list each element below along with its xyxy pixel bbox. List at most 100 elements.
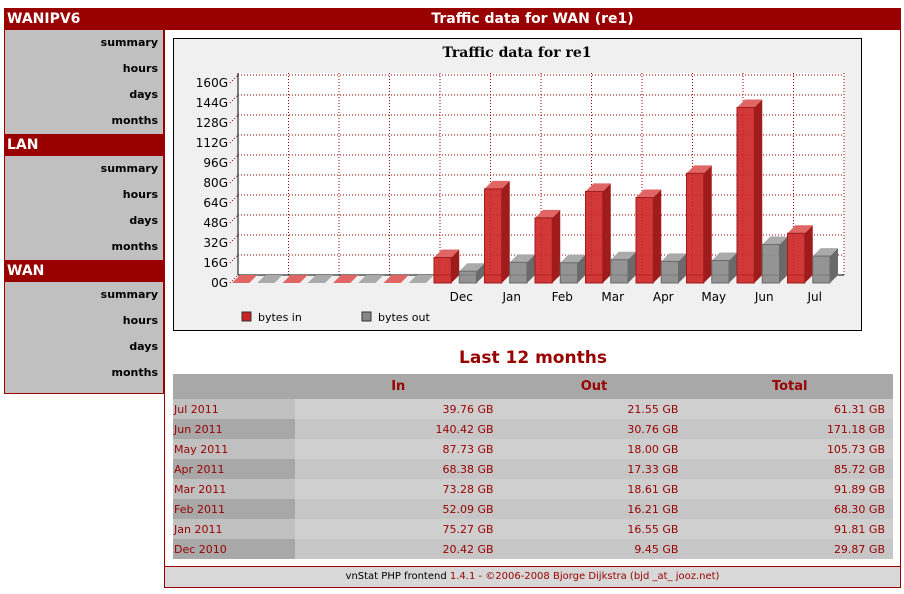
y-tick-label: 32G: [203, 236, 228, 250]
value-cell: 52.09 GB: [295, 499, 502, 519]
sidebar: WANIPV6 summary hours days months LAN summary h…: [4, 8, 164, 394]
sidebar-heading[interactable]: WAN: [5, 260, 163, 282]
value-cell: 61.31 GB: [686, 399, 893, 419]
sidebar-item-days[interactable]: days: [5, 208, 163, 234]
column-header: [173, 374, 295, 399]
sidebar-item-months[interactable]: months: [5, 234, 163, 260]
table-row: Jan 2011 75.27 GB 16.55 GB 91.81 GB: [173, 519, 893, 539]
bar-side: [804, 225, 813, 283]
value-cell: 18.61 GB: [501, 479, 687, 499]
y-tick-label: 0G: [211, 276, 228, 290]
y-tick-label: 128G: [196, 116, 228, 130]
value-cell: 68.30 GB: [686, 499, 893, 519]
table-row: Jul 2011 39.76 GB 21.55 GB 61.31 GB: [173, 399, 893, 419]
value-cell: 140.42 GB: [295, 419, 502, 439]
gridline: [229, 134, 239, 144]
column-header: Total: [686, 374, 893, 399]
value-cell: 68.38 GB: [295, 459, 502, 479]
bar-bytes-in: [736, 106, 755, 284]
footer-version: 1.4.1 - ©2006-2008 Bjorge Dijkstra (bjd …: [449, 571, 720, 582]
monthly-table: In Out Total Jul 2011 39.76 GB 21.55 GB 61.31…: [173, 374, 893, 559]
legend-label: bytes out: [378, 311, 431, 324]
sidebar-item-months[interactable]: months: [5, 108, 163, 134]
x-tick-label: Apr: [653, 290, 674, 304]
y-tick-label: 112G: [196, 136, 228, 150]
bar-bytes-in: [686, 172, 705, 284]
sidebar-item-hours[interactable]: hours: [5, 56, 163, 82]
sidebar-item-hours[interactable]: hours: [5, 182, 163, 208]
bar-top: [232, 275, 258, 283]
gridline: [229, 94, 239, 104]
sidebar-item-hours[interactable]: hours: [5, 308, 163, 334]
value-cell: 91.89 GB: [686, 479, 893, 499]
value-cell: 85.72 GB: [686, 459, 893, 479]
gridline: [229, 74, 239, 84]
table-row: Feb 2011 52.09 GB 16.21 GB 68.30 GB: [173, 499, 893, 519]
value-cell: 21.55 GB: [501, 399, 687, 419]
x-tick-label: Jun: [754, 290, 774, 304]
month-cell: May 2011: [173, 439, 295, 459]
gridline: [229, 234, 239, 244]
bar-top: [358, 275, 384, 283]
sidebar-heading[interactable]: WANIPV6: [5, 8, 163, 30]
sidebar-item-months[interactable]: months: [5, 360, 163, 386]
footer: vnStat PHP frontend 1.4.1 - ©2006-2008 B…: [165, 566, 900, 587]
month-cell: Jul 2011: [173, 399, 295, 419]
bar-top: [333, 275, 359, 283]
table-row: Jun 2011 140.42 GB 30.76 GB 171.18 GB: [173, 419, 893, 439]
chart-svg: 0G 16G 32G 48G 64G 80G 96G 112G 128G 144G 160G Traf…: [196, 45, 845, 324]
bar-bytes-out: [761, 244, 780, 284]
bar-side: [501, 180, 510, 283]
sidebar-item-days[interactable]: days: [5, 334, 163, 360]
x-tick-label: Jul: [807, 290, 822, 304]
x-tick-label: May: [701, 290, 726, 304]
gridline: [229, 254, 239, 264]
value-cell: 16.55 GB: [501, 519, 687, 539]
bar-bytes-in: [484, 188, 503, 284]
sidebar-item-summary[interactable]: summary: [5, 282, 163, 308]
sidebar-item-summary[interactable]: summary: [5, 30, 163, 56]
bar-side: [552, 209, 561, 283]
value-cell: 105.73 GB: [686, 439, 893, 459]
bar-side: [653, 189, 662, 283]
x-tick-label: Jan: [502, 290, 522, 304]
column-header: Out: [501, 374, 687, 399]
y-tick-label: 64G: [203, 196, 228, 210]
bar-bytes-in: [787, 232, 806, 284]
table-caption: Last 12 months: [459, 348, 607, 368]
y-tick-label: 16G: [203, 256, 228, 270]
value-cell: 30.76 GB: [501, 419, 687, 439]
footer-prefix: vnStat PHP frontend: [345, 571, 450, 582]
value-cell: 91.81 GB: [686, 519, 893, 539]
x-tick-label: Dec: [450, 290, 473, 304]
value-cell: 29.87 GB: [686, 539, 893, 559]
traffic-chart: 0G 16G 32G 48G 64G 80G 96G 112G 128G 144G 160G Traf…: [173, 38, 862, 331]
column-header: In: [295, 374, 502, 399]
bar-top: [307, 275, 333, 283]
gridline: [229, 214, 239, 224]
table-row: Dec 2010 20.42 GB 9.45 GB 29.87 GB: [173, 539, 893, 559]
gridline: [229, 194, 239, 204]
table-row: Apr 2011 68.38 GB 17.33 GB 85.72 GB: [173, 459, 893, 479]
sidebar-item-days[interactable]: days: [5, 82, 163, 108]
value-cell: 87.73 GB: [295, 439, 502, 459]
table-row: Mar 2011 73.28 GB 18.61 GB 91.89 GB: [173, 479, 893, 499]
y-tick-label: 96G: [203, 156, 228, 170]
x-tick-label: Mar: [601, 290, 624, 304]
sidebar-heading[interactable]: LAN: [5, 134, 163, 156]
y-tick-label: 144G: [196, 96, 228, 110]
bar-bytes-out: [812, 255, 831, 284]
sidebar-item-summary[interactable]: summary: [5, 156, 163, 182]
y-tick-label: 48G: [203, 216, 228, 230]
value-cell: 16.21 GB: [501, 499, 687, 519]
bar-side: [779, 236, 788, 283]
bar-bytes-in: [585, 190, 604, 284]
bar-bytes-in: [433, 256, 452, 284]
legend-label: bytes in: [258, 311, 302, 324]
bar-bytes-out: [711, 260, 730, 284]
bar-bytes-in: [635, 197, 654, 284]
gridline: [229, 174, 239, 184]
bar-top: [282, 275, 308, 283]
value-cell: 17.33 GB: [501, 459, 687, 479]
value-cell: 75.27 GB: [295, 519, 502, 539]
